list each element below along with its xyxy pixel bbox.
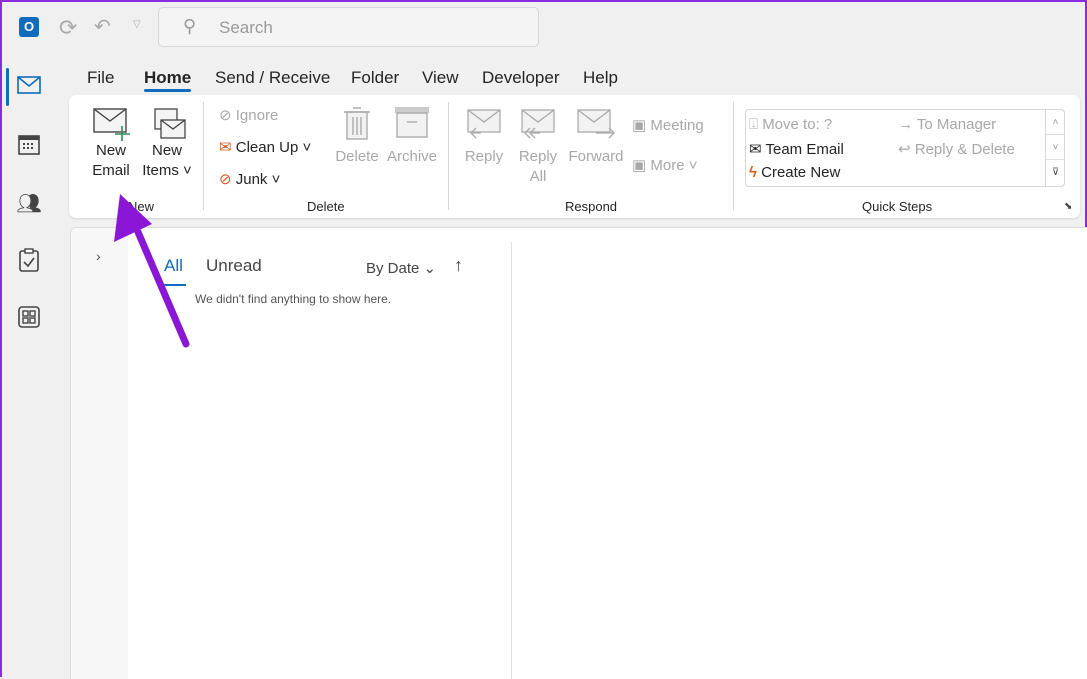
annotation-arrow bbox=[114, 194, 190, 348]
